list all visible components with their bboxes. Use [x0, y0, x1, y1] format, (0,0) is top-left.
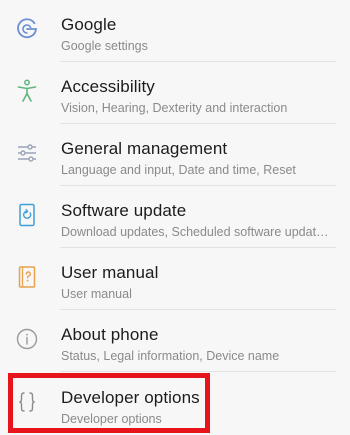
settings-item-software-update[interactable]: Software update Download updates, Schedu…	[0, 186, 350, 248]
settings-item-user-manual[interactable]: User manual User manual	[0, 248, 350, 310]
google-icon	[12, 14, 42, 44]
settings-item-title: Accessibility	[61, 77, 155, 96]
settings-item-title: General management	[61, 139, 228, 158]
settings-item-subtitle: Google settings	[61, 39, 148, 53]
settings-item-developer-options[interactable]: Developer options Developer options	[0, 373, 350, 435]
settings-item-title: User manual	[61, 263, 159, 282]
settings-item-accessibility[interactable]: Accessibility Vision, Hearing, Dexterity…	[0, 62, 350, 124]
software-update-icon	[12, 200, 42, 230]
settings-item-title: About phone	[61, 325, 159, 344]
settings-item-subtitle: Developer options	[61, 412, 162, 426]
user-manual-icon	[12, 262, 42, 292]
settings-item-subtitle: Vision, Hearing, Dexterity and interacti…	[61, 101, 288, 115]
settings-item-subtitle: Download updates, Scheduled software upd…	[61, 225, 333, 239]
sliders-icon	[12, 138, 42, 168]
settings-item-title: Software update	[61, 201, 187, 220]
settings-item-title: Developer options	[61, 388, 200, 407]
settings-item-general-management[interactable]: General management Language and input, D…	[0, 124, 350, 186]
info-icon	[12, 324, 42, 354]
braces-icon	[12, 387, 42, 417]
settings-item-google[interactable]: Google Google settings	[0, 0, 350, 62]
settings-item-subtitle: User manual	[61, 287, 132, 301]
settings-item-title: Google	[61, 15, 117, 34]
settings-item-subtitle: Language and input, Date and time, Reset	[61, 163, 296, 177]
settings-item-subtitle: Status, Legal information, Device name	[61, 349, 280, 363]
settings-list: Google Google settings Accessibility Vis…	[0, 0, 350, 435]
divider	[60, 371, 336, 372]
accessibility-icon	[12, 76, 42, 106]
settings-item-about-phone[interactable]: About phone Status, Legal information, D…	[0, 310, 350, 372]
